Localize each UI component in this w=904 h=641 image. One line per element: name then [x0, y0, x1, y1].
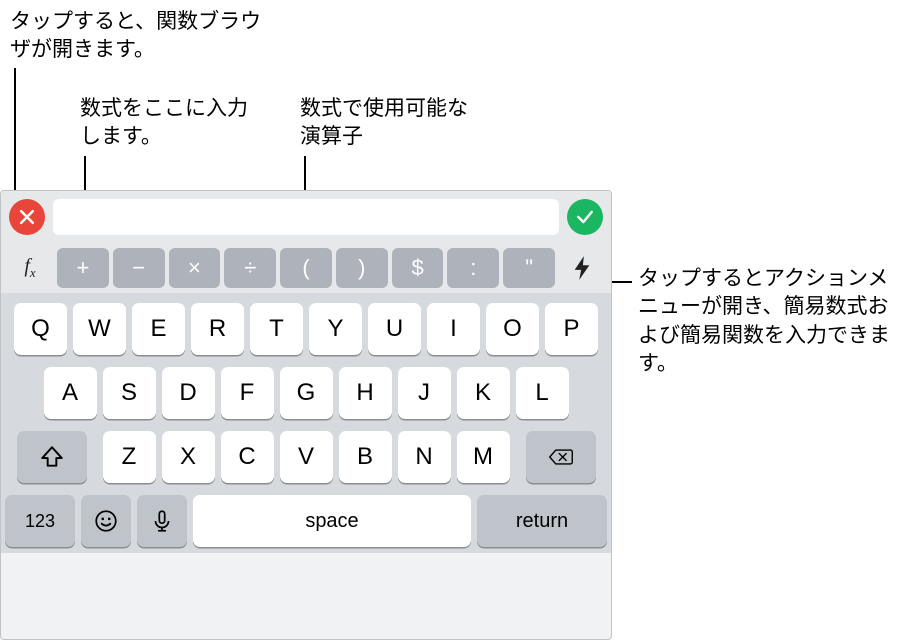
check-icon	[575, 207, 595, 227]
key-b[interactable]: B	[339, 431, 392, 483]
shift-key[interactable]	[17, 431, 87, 483]
operator-divide[interactable]: ÷	[224, 248, 276, 288]
key-q[interactable]: Q	[14, 303, 67, 355]
operator-row: fx + − × ÷ ( ) $ : "	[1, 243, 611, 293]
operator-quote[interactable]: "	[503, 248, 555, 288]
action-menu-button[interactable]	[559, 248, 605, 288]
operator-dollar[interactable]: $	[392, 248, 444, 288]
callout-operators: 数式で使用可能な演算子	[300, 95, 480, 152]
key-s[interactable]: S	[103, 367, 156, 419]
return-key[interactable]: return	[477, 495, 607, 547]
keyboard-row-4: 123 space return	[5, 495, 607, 547]
cancel-button[interactable]	[9, 199, 45, 235]
key-g[interactable]: G	[280, 367, 333, 419]
key-z[interactable]: Z	[103, 431, 156, 483]
key-x[interactable]: X	[162, 431, 215, 483]
key-c[interactable]: C	[221, 431, 274, 483]
callout-bolt: タップするとアクションメニューが開き、簡易数式および簡易関数を入力できます。	[638, 265, 898, 378]
key-w[interactable]: W	[73, 303, 126, 355]
key-i[interactable]: I	[427, 303, 480, 355]
key-r[interactable]: R	[191, 303, 244, 355]
mic-icon	[149, 508, 175, 534]
formula-keyboard-panel: fx + − × ÷ ( ) $ : " Q W E R T Y U I O P…	[0, 190, 612, 640]
key-u[interactable]: U	[368, 303, 421, 355]
fx-icon: fx	[24, 255, 35, 281]
confirm-button[interactable]	[567, 199, 603, 235]
key-n[interactable]: N	[398, 431, 451, 483]
backspace-key[interactable]	[526, 431, 596, 483]
operator-times[interactable]: ×	[169, 248, 221, 288]
qwerty-keyboard: Q W E R T Y U I O P A S D F G H J K L	[1, 293, 611, 553]
key-d[interactable]: D	[162, 367, 215, 419]
key-t[interactable]: T	[250, 303, 303, 355]
keyboard-row-3: Z X C V B N M	[5, 431, 607, 483]
key-y[interactable]: Y	[309, 303, 362, 355]
callout-formula: 数式をここに入力します。	[80, 95, 250, 152]
key-f[interactable]: F	[221, 367, 274, 419]
formula-input[interactable]	[53, 199, 559, 235]
operator-rparen[interactable]: )	[336, 248, 388, 288]
function-browser-button[interactable]: fx	[7, 248, 53, 288]
operator-minus[interactable]: −	[113, 248, 165, 288]
operator-plus[interactable]: +	[57, 248, 109, 288]
mic-key[interactable]	[137, 495, 187, 547]
close-icon	[17, 207, 37, 227]
keyboard-row-2: A S D F G H J K L	[5, 367, 607, 419]
emoji-icon	[93, 508, 119, 534]
bolt-icon	[571, 255, 593, 281]
key-e[interactable]: E	[132, 303, 185, 355]
key-h[interactable]: H	[339, 367, 392, 419]
formula-bar	[1, 191, 611, 243]
key-p[interactable]: P	[545, 303, 598, 355]
key-a[interactable]: A	[44, 367, 97, 419]
backspace-icon	[548, 444, 574, 470]
key-m[interactable]: M	[457, 431, 510, 483]
emoji-key[interactable]	[81, 495, 131, 547]
key-o[interactable]: O	[486, 303, 539, 355]
space-key[interactable]: space	[193, 495, 471, 547]
callout-fx: タップすると、関数ブラウザが開きます。	[10, 8, 270, 65]
mode-key[interactable]: 123	[5, 495, 75, 547]
operator-lparen[interactable]: (	[280, 248, 332, 288]
key-k[interactable]: K	[457, 367, 510, 419]
keyboard-row-1: Q W E R T Y U I O P	[5, 303, 607, 355]
operator-colon[interactable]: :	[447, 248, 499, 288]
key-j[interactable]: J	[398, 367, 451, 419]
key-l[interactable]: L	[516, 367, 569, 419]
key-v[interactable]: V	[280, 431, 333, 483]
shift-icon	[39, 444, 65, 470]
